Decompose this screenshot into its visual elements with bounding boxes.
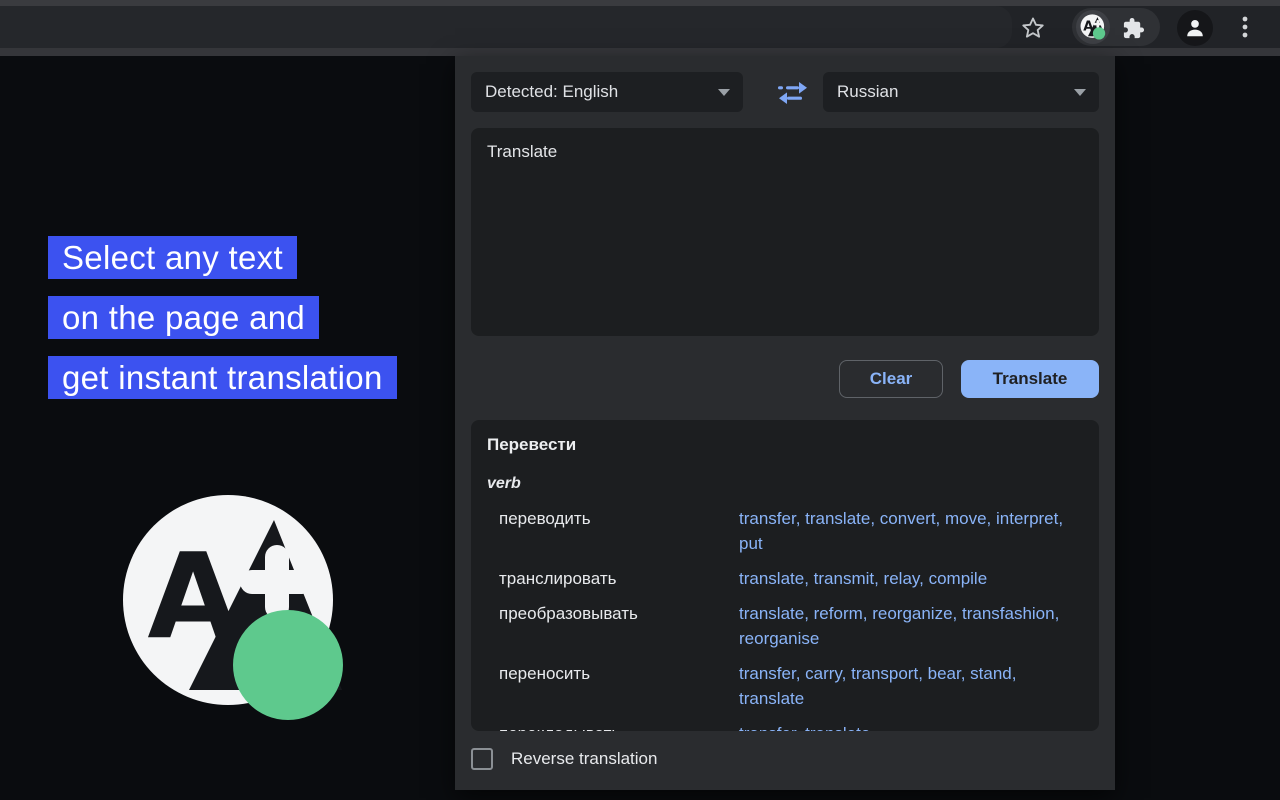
browser-menu-button[interactable] (1232, 13, 1258, 41)
translate-button[interactable]: Translate (961, 360, 1099, 398)
translation-word: преобразовывать (487, 601, 739, 651)
promo-text: Select any text on the page and get inst… (48, 236, 397, 416)
promo-line-1: Select any text (48, 236, 297, 279)
puzzle-piece-icon (1122, 17, 1145, 40)
translation-synonyms[interactable]: translate, transmit, relay, compile (739, 566, 1083, 591)
translate-popup: Detected: English Russian Translate (455, 56, 1115, 790)
translation-synonyms[interactable]: transfer, translate, convert, move, inte… (739, 506, 1083, 556)
chevron-down-icon (1074, 89, 1086, 96)
extensions-menu-button[interactable] (1120, 15, 1146, 41)
translation-row: перекладывать transfer, translate (487, 721, 1083, 731)
promo-line-2: on the page and (48, 296, 319, 339)
source-language-value: Detected: English (485, 82, 618, 102)
target-language-select[interactable]: Russian (823, 72, 1099, 112)
profile-button[interactable] (1177, 10, 1213, 46)
translation-row: транслировать translate, transmit, relay… (487, 566, 1083, 591)
translate-logo-large-icon: A (120, 492, 348, 724)
translation-word: перекладывать (487, 721, 739, 731)
app-logo: A (120, 492, 348, 729)
results-entries: переводить transfer, translate, convert,… (487, 506, 1083, 731)
translation-synonyms[interactable]: transfer, carry, transport, bear, stand,… (739, 661, 1083, 711)
three-dot-vertical-icon (1233, 13, 1257, 41)
translation-synonyms[interactable]: translate, reform, reorganize, transfash… (739, 601, 1083, 651)
swap-languages-button[interactable] (769, 80, 817, 106)
translation-row: переносить transfer, carry, transport, b… (487, 661, 1083, 711)
browser-toolbar: A (0, 6, 1280, 48)
translation-row: переводить transfer, translate, convert,… (487, 506, 1083, 556)
screen: A (0, 0, 1280, 800)
part-of-speech-label: verb (487, 471, 1083, 496)
translation-word: транслировать (487, 566, 739, 591)
target-language-value: Russian (837, 82, 898, 102)
chevron-down-icon (718, 89, 730, 96)
source-text-input[interactable]: Translate (471, 128, 1099, 336)
reverse-translation-row: Reverse translation (471, 746, 1099, 772)
bookmark-star-button[interactable] (1018, 13, 1048, 43)
source-language-select[interactable]: Detected: English (471, 72, 743, 112)
reverse-translation-checkbox[interactable] (471, 748, 493, 770)
language-row: Detected: English Russian (471, 72, 1099, 112)
promo-line-3: get instant translation (48, 356, 397, 399)
address-bar[interactable] (0, 6, 1012, 48)
pinned-extensions-pill: A (1072, 8, 1160, 46)
translate-extension-button[interactable]: A (1076, 10, 1110, 44)
translation-word: переносить (487, 661, 739, 711)
translate-logo-icon: A (1080, 14, 1106, 40)
action-buttons-row: Clear Translate (471, 360, 1099, 398)
swap-arrows-icon (776, 80, 810, 106)
translation-synonyms[interactable]: transfer, translate (739, 721, 1083, 731)
person-avatar-icon (1184, 17, 1206, 39)
source-text-value: Translate (487, 142, 557, 161)
translation-results-panel[interactable]: Перевести verb переводить transfer, tran… (471, 420, 1099, 731)
translation-headword: Перевести (487, 432, 1083, 457)
clear-button[interactable]: Clear (839, 360, 943, 398)
toolbar-bottom-strip (0, 48, 1280, 56)
translation-word: переводить (487, 506, 739, 556)
translation-row: преобразовывать translate, reform, reorg… (487, 601, 1083, 651)
star-outline-icon (1020, 15, 1046, 41)
reverse-translation-label: Reverse translation (511, 749, 657, 769)
